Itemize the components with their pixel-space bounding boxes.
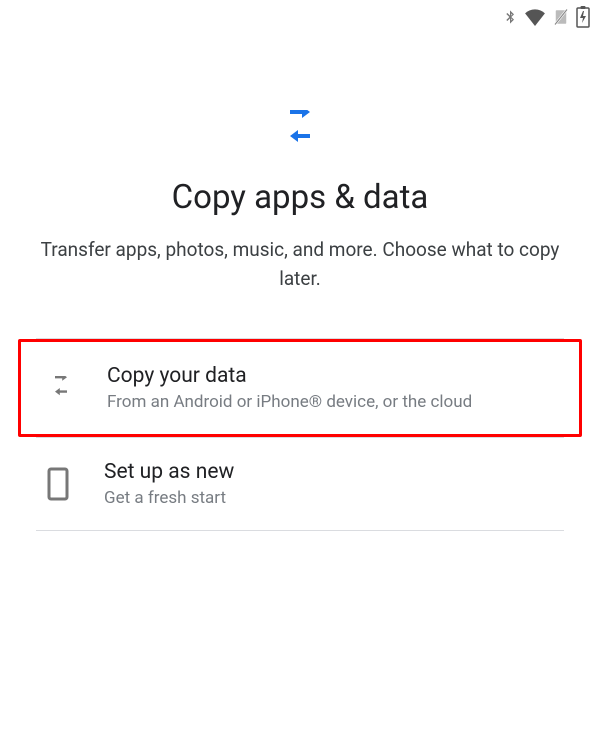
option-set-up-as-new[interactable]: Set up as new Get a fresh start [0,438,600,530]
page-title: Copy apps & data [0,178,600,217]
hero-section: Copy apps & data Transfer apps, photos, … [0,0,600,294]
option-copy-your-data[interactable]: Copy your data From an Android or iPhone… [21,342,579,434]
divider [36,530,564,531]
bluetooth-icon [502,7,518,27]
wifi-icon [524,8,546,26]
no-sim-icon [552,7,570,27]
status-bar [502,6,590,28]
page-subtitle: Transfer apps, photos, music, and more. … [0,235,600,294]
transfer-arrows-icon [276,110,324,154]
phone-outline-icon [40,467,76,501]
options-list: Copy your data From an Android or iPhone… [0,338,600,531]
option-title: Set up as new [104,460,564,484]
transfer-arrows-icon [43,376,79,400]
option-title: Copy your data [107,364,561,388]
option-subtitle: Get a fresh start [104,488,564,508]
battery-charging-icon [576,6,590,28]
option-copy-highlight: Copy your data From an Android or iPhone… [18,339,582,437]
option-subtitle: From an Android or iPhone® device, or th… [107,392,561,412]
